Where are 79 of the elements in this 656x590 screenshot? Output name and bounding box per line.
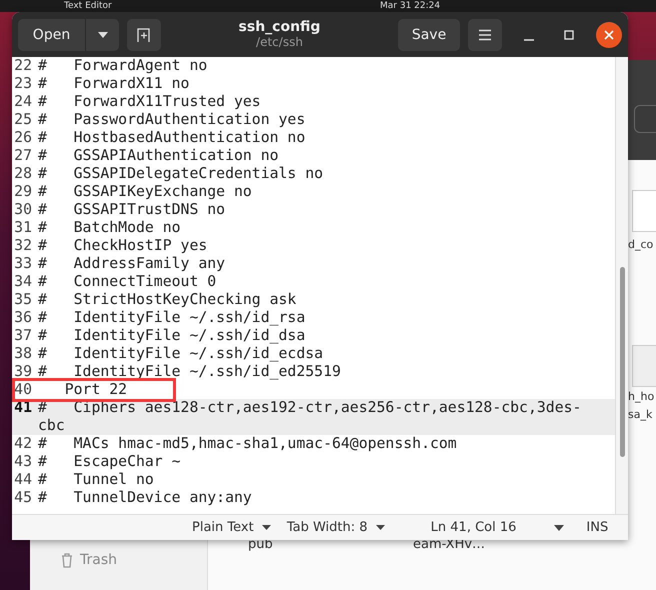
file-label[interactable]: sa_k	[628, 408, 652, 421]
code-line: # HostbasedAuthentication no	[38, 129, 306, 147]
line-number: 34	[13, 273, 32, 291]
code-line: # EscapeChar ~	[38, 453, 181, 471]
code-line: # IdentityFile ~/.ssh/id_ecdsa	[38, 345, 324, 363]
line-number: 42	[13, 435, 32, 453]
line-number: 43	[13, 453, 32, 471]
file-label[interactable]: d_co	[628, 238, 654, 251]
file-label[interactable]: h_ho	[628, 390, 654, 403]
scroll-thumb[interactable]	[620, 267, 625, 457]
line-number: 22	[13, 57, 32, 75]
file-label[interactable]: pub	[248, 537, 273, 552]
line-number: 40	[13, 381, 32, 399]
language-dropdown[interactable]: Plain Text	[184, 520, 279, 535]
line-number: 24	[13, 93, 32, 111]
line-number: 30	[13, 201, 32, 219]
code-line: # IdentityFile ~/.ssh/id_rsa	[38, 309, 306, 327]
code-line: # ForwardX11Trusted yes	[38, 93, 261, 111]
line-number: 36	[13, 309, 32, 327]
save-button[interactable]: Save	[398, 18, 460, 50]
line-number: 33	[13, 255, 32, 273]
code-line: # ForwardX11 no	[38, 75, 190, 93]
tab-width-dropdown[interactable]: Tab Width: 8	[278, 520, 393, 535]
menu-icon	[478, 28, 492, 40]
line-number: 45	[13, 489, 32, 507]
line-number: 28	[13, 165, 32, 183]
code-line: # CheckHostIP yes	[38, 237, 208, 255]
line-number: 41	[13, 399, 32, 418]
close-button[interactable]	[596, 22, 622, 48]
line-number: 37	[13, 327, 32, 345]
code-line: # TunnelDevice any:any	[38, 489, 252, 507]
trash-icon	[60, 552, 74, 568]
code-line: # GSSAPIDelegateCredentials no	[38, 165, 324, 183]
code-line: # StrictHostKeyChecking ask	[38, 291, 296, 309]
line-number: 39	[13, 363, 32, 381]
code-line: # Tunnel no	[38, 471, 154, 489]
scrollbar[interactable]	[615, 57, 628, 514]
cursor-position[interactable]: Ln 41, Col 16	[422, 520, 524, 535]
line-number: 25	[13, 111, 32, 129]
maximize-icon	[564, 30, 574, 40]
clock[interactable]: Mar 31 22:24	[380, 0, 440, 12]
line-number: 35	[13, 291, 32, 309]
code-line: # PasswordAuthentication yes	[38, 111, 306, 129]
window-subtitle: /etc/ssh	[256, 36, 303, 49]
code-line: # BatchMode no	[38, 219, 181, 237]
open-menu-button[interactable]	[86, 18, 119, 50]
new-tab-icon	[136, 26, 152, 42]
window-title: ssh_config	[238, 20, 320, 36]
caret-icon	[262, 524, 271, 530]
code-line: # GSSAPITrustDNS no	[38, 201, 226, 219]
line-number: 27	[13, 147, 32, 165]
code-line: # ForwardAgent no	[38, 57, 208, 75]
insert-mode[interactable]: INS	[578, 520, 616, 535]
menu-button[interactable]	[468, 18, 502, 50]
file-label[interactable]: eam-XHv…	[413, 537, 486, 552]
line-number: 31	[13, 219, 32, 237]
minimize-icon	[524, 38, 534, 40]
code-line: # AddressFamily any	[38, 255, 226, 273]
line-number: 32	[13, 237, 32, 255]
new-tab-button[interactable]	[127, 18, 161, 50]
code-line: # ConnectTimeout 0	[38, 273, 216, 291]
code-line: # Ciphers aes128-ctr,aes192-ctr,aes256-ctr,aes128-cbc,3des-cbc	[38, 399, 582, 435]
line-number: 44	[13, 471, 32, 489]
line-number: 29	[13, 183, 32, 201]
close-icon	[604, 30, 614, 40]
open-button[interactable]: Open	[18, 18, 86, 50]
caret-icon[interactable]	[554, 524, 564, 530]
code-line: # IdentityFile ~/.ssh/id_ed25519	[38, 363, 341, 381]
line-number: 23	[13, 75, 32, 93]
code-line: # GSSAPIAuthentication no	[38, 147, 279, 165]
code-line: Port 22	[64, 381, 128, 399]
app-name[interactable]: Text Editor	[64, 0, 112, 12]
caret-icon	[376, 524, 385, 530]
code-line: # GSSAPIKeyExchange no	[38, 183, 252, 201]
code-line: # IdentityFile ~/.ssh/id_dsa	[38, 327, 306, 345]
line-number: 26	[13, 129, 32, 147]
code-line: # MACs hmac-md5,hmac-sha1,umac-64@openssh.com	[38, 435, 457, 453]
line-number: 38	[13, 345, 32, 363]
caret-icon	[98, 32, 108, 38]
